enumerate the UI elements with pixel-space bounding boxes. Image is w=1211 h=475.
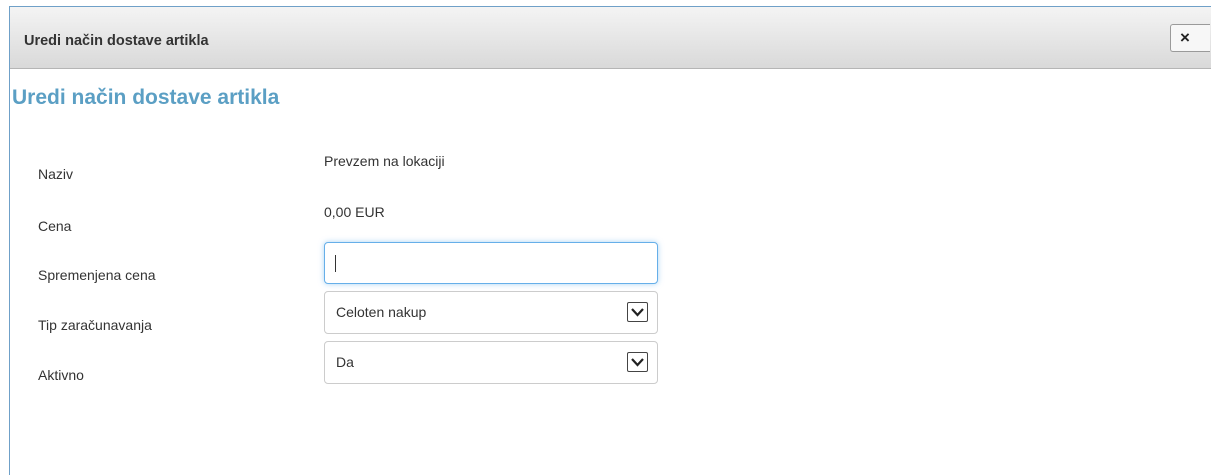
dialog-title: Uredi način dostave artikla <box>24 33 209 49</box>
close-icon: × <box>1180 28 1190 47</box>
tip-zaracunavanja-label: Tip zaračunavanja <box>38 317 152 333</box>
close-button[interactable]: × <box>1170 24 1210 52</box>
aktivno-selected: Da <box>336 354 354 370</box>
aktivno-select[interactable]: Da <box>324 341 658 384</box>
tip-zaracunavanja-selected: Celoten nakup <box>336 304 427 320</box>
naziv-value: Prevzem na lokaciji <box>324 153 445 169</box>
spremenjena-cena-label: Spremenjena cena <box>38 267 156 283</box>
chevron-down-icon[interactable] <box>627 302 648 322</box>
chevron-down-icon[interactable] <box>627 352 648 372</box>
dialog-titlebar: Uredi način dostave artikla <box>10 7 1211 69</box>
spremenjena-cena-input[interactable] <box>324 242 658 284</box>
text-caret <box>335 255 336 272</box>
form-heading: Uredi način dostave artikla <box>12 86 280 109</box>
cena-value: 0,00 EUR <box>324 204 385 220</box>
page: Uredi način dostave artikla × Uredi nači… <box>0 0 1211 475</box>
cena-label: Cena <box>38 218 72 234</box>
tip-zaracunavanja-select[interactable]: Celoten nakup <box>324 291 658 334</box>
edit-delivery-dialog: Uredi način dostave artikla <box>9 6 1211 475</box>
naziv-label: Naziv <box>38 166 74 182</box>
aktivno-label: Aktivno <box>38 367 84 383</box>
